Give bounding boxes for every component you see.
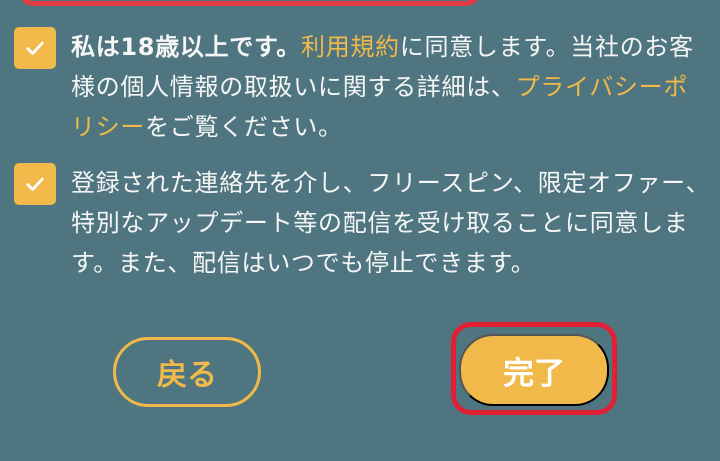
terms-text-part: をご覧ください。 bbox=[145, 113, 343, 141]
check-icon bbox=[26, 177, 44, 191]
done-button[interactable]: 完了 bbox=[459, 334, 609, 406]
highlight-frame-top bbox=[18, 0, 481, 6]
terms-of-use-link[interactable]: 利用規約 bbox=[301, 33, 400, 61]
terms-consent-text: 私は18歳以上です。利用規約に同意します。当社のお客様の個人情報の取扱いに関する… bbox=[71, 27, 711, 147]
marketing-consent-checkbox[interactable] bbox=[14, 163, 56, 205]
back-button[interactable]: 戻る bbox=[113, 337, 261, 407]
terms-consent-checkbox[interactable] bbox=[14, 27, 56, 69]
marketing-consent-text: 登録された連絡先を介し、フリースピン、限定オファー、特別なアップデート等の配信を… bbox=[71, 169, 711, 277]
age-confirmation-text: 私は18歳以上です。 bbox=[71, 33, 301, 61]
check-icon bbox=[26, 41, 44, 55]
